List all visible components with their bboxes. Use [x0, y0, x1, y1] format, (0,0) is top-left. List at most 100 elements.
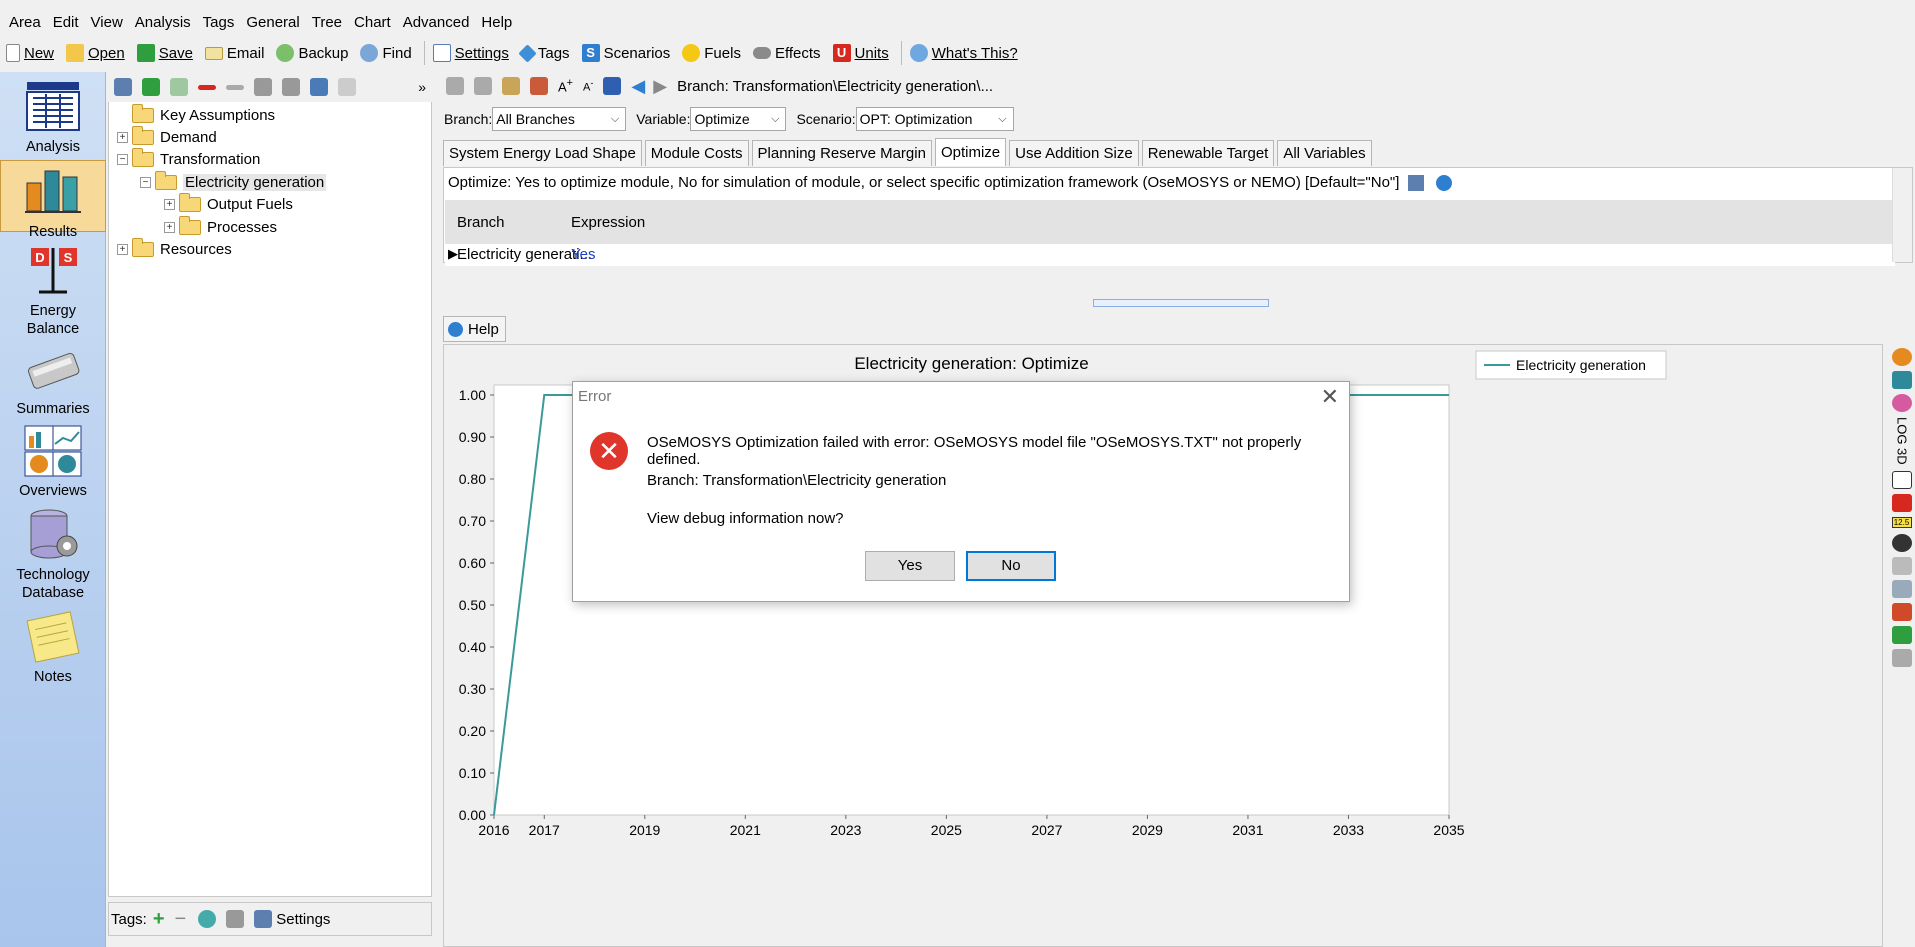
forward-arrow-icon[interactable]: ▶ [653, 76, 667, 97]
tab-system-energy-load-shape[interactable]: System Energy Load Shape [443, 140, 642, 166]
users-icon[interactable] [603, 77, 622, 95]
area-chart-icon[interactable] [1891, 371, 1912, 389]
scenarios-button[interactable]: S Scenarios [581, 44, 670, 62]
expand-icon[interactable]: + [164, 221, 175, 233]
save-button[interactable]: Save [136, 44, 193, 62]
tab-optimize[interactable]: Optimize [934, 138, 1007, 166]
find-button[interactable]: Find [360, 44, 412, 62]
tag-filter-icon[interactable] [198, 910, 217, 928]
tab-use-addition-size[interactable]: Use Addition Size [1009, 140, 1139, 166]
nav-notes[interactable]: Notes [0, 610, 106, 686]
tree-item-demand[interactable]: + Demand [117, 125, 217, 148]
wrench-icon[interactable] [1891, 649, 1912, 668]
nav-energy-balance[interactable]: DS Energy Balance [0, 244, 106, 338]
effects-button[interactable]: Effects [752, 45, 821, 62]
no-button[interactable]: No [966, 551, 1056, 581]
variable-select[interactable]: Optimize ⌵ [690, 107, 787, 131]
scenario-select[interactable]: OPT: Optimization ⌵ [855, 107, 1014, 131]
menu-view[interactable]: View [85, 14, 129, 31]
whats-this-button[interactable]: What's This? [909, 44, 1018, 62]
add-tag-icon[interactable]: + [153, 908, 165, 931]
data-label-badge[interactable]: 12.5 [1891, 517, 1912, 529]
move-up-icon[interactable] [254, 78, 272, 96]
chart-type-icon[interactable] [1891, 348, 1912, 366]
tab-module-costs[interactable]: Module Costs [644, 140, 749, 166]
delete-branch-icon[interactable] [198, 84, 216, 90]
3d-toggle[interactable]: 3D [1894, 448, 1910, 465]
open-button[interactable]: Open [66, 44, 125, 62]
tag-settings-icon[interactable] [254, 910, 273, 928]
move-down-icon[interactable] [282, 78, 300, 96]
properties-icon[interactable] [1407, 175, 1424, 192]
delete-multiple-icon[interactable] [226, 84, 244, 90]
menu-chart[interactable]: Chart [348, 14, 397, 31]
copy-icon[interactable] [474, 77, 492, 95]
copy-chart-icon[interactable] [1891, 580, 1912, 599]
tree-item-output-fuels[interactable]: + Output Fuels [164, 192, 293, 215]
info-icon[interactable] [1435, 175, 1452, 192]
nav-overviews[interactable]: Overviews [0, 424, 106, 500]
menu-general[interactable]: General [240, 14, 305, 31]
nav-summaries[interactable]: Summaries [0, 342, 106, 418]
font-decrease-icon[interactable]: A- [583, 78, 593, 94]
column-expression[interactable]: Expression [571, 214, 645, 231]
tag-edit-icon[interactable] [226, 910, 245, 928]
branch-select[interactable]: All Branches ⌵ [492, 107, 627, 131]
column-branch[interactable]: Branch [457, 214, 505, 231]
more-chevron-icon[interactable]: » [418, 79, 426, 95]
pie-chart-icon[interactable] [1891, 394, 1912, 412]
tree-item-key-assumptions[interactable]: Key Assumptions [132, 103, 275, 126]
tree-structure-icon[interactable] [310, 78, 328, 96]
remove-tag-icon[interactable]: − [175, 908, 187, 931]
tags-settings-button[interactable]: Settings [276, 911, 330, 928]
grid-icon[interactable] [1891, 494, 1912, 513]
powerpoint-icon[interactable] [1891, 603, 1912, 622]
add-branch-icon[interactable] [142, 78, 160, 96]
add-multiple-icon[interactable] [170, 78, 188, 96]
tags-button[interactable]: Tags [518, 43, 570, 63]
log-scale-toggle[interactable]: LOG [1894, 417, 1910, 444]
expand-icon[interactable]: + [117, 243, 128, 255]
folder-view-icon[interactable] [338, 78, 356, 96]
menu-tags[interactable]: Tags [197, 14, 241, 31]
collapse-icon[interactable]: − [140, 176, 151, 188]
expression-cell[interactable]: Yes [571, 246, 595, 263]
splitter-handle[interactable] [1093, 299, 1269, 307]
back-arrow-icon[interactable]: ◀ [631, 76, 645, 97]
tab-planning-reserve-margin[interactable]: Planning Reserve Margin [751, 140, 932, 166]
font-icon[interactable] [1891, 534, 1912, 553]
expand-icon[interactable]: + [117, 131, 128, 143]
menu-analysis[interactable]: Analysis [129, 14, 197, 31]
font-increase-icon[interactable]: A+ [558, 77, 573, 94]
close-icon[interactable]: ✕ [1321, 384, 1339, 410]
settings-button[interactable]: Settings [432, 44, 509, 62]
export-icon[interactable] [530, 77, 548, 95]
tab-all-variables[interactable]: All Variables [1277, 140, 1372, 166]
tree-item-resources[interactable]: + Resources [117, 237, 232, 260]
add-icon[interactable] [446, 77, 464, 95]
nav-results[interactable]: Results [0, 160, 106, 240]
paste-icon[interactable] [502, 77, 520, 95]
menu-advanced[interactable]: Advanced [397, 14, 476, 31]
tree-item-processes[interactable]: + Processes [164, 215, 277, 238]
tree-item-transformation[interactable]: − Transformation [117, 147, 260, 170]
expand-icon[interactable]: + [164, 198, 175, 210]
vertical-scrollbar[interactable] [1892, 168, 1912, 262]
yes-button[interactable]: Yes [865, 551, 955, 581]
menu-edit[interactable]: Edit [47, 14, 85, 31]
menu-tree[interactable]: Tree [306, 14, 348, 31]
nav-analysis[interactable]: Analysis [0, 80, 106, 156]
properties-icon[interactable] [114, 78, 132, 96]
menu-help[interactable]: Help [475, 14, 518, 31]
new-button[interactable]: New [6, 44, 54, 62]
email-button[interactable]: Email [204, 45, 264, 62]
backup-button[interactable]: Backup [276, 44, 348, 62]
table-view-icon[interactable] [1891, 471, 1912, 490]
help-button[interactable]: Help [443, 316, 506, 342]
save-chart-icon[interactable] [1891, 626, 1912, 645]
units-button[interactable]: U Units [832, 44, 889, 62]
table-row[interactable]: ▶ Electricity generati... Yes [445, 244, 1895, 266]
collapse-icon[interactable]: − [117, 153, 128, 165]
nav-technology-database[interactable]: Technology Database [0, 508, 106, 602]
print-icon[interactable] [1891, 557, 1912, 576]
